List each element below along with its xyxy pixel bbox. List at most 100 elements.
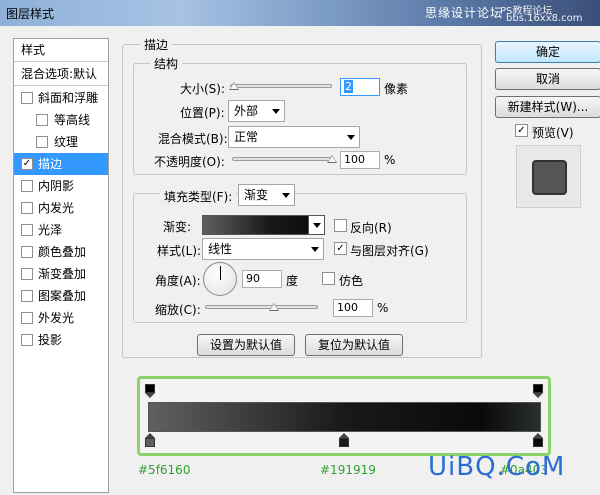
watermark-url: bbs.16xx8.com bbox=[506, 13, 583, 24]
style-item-inner-shadow[interactable]: 内阴影 bbox=[14, 175, 108, 197]
size-label: 大小(S): bbox=[180, 82, 226, 96]
chevron-down-icon bbox=[272, 109, 280, 114]
opacity-slider-thumb[interactable] bbox=[327, 155, 337, 163]
dither-checkbox[interactable] bbox=[322, 272, 335, 285]
preview-checkbox[interactable]: ✓ bbox=[515, 124, 528, 137]
style-item-stroke[interactable]: ✓ 描边 bbox=[14, 153, 108, 175]
color-stop-left-hex: #5f6160 bbox=[138, 463, 191, 477]
ok-button[interactable]: 确定 bbox=[495, 41, 600, 63]
contour-checkbox[interactable] bbox=[36, 114, 48, 126]
angle-label: 角度(A): bbox=[155, 274, 201, 288]
scale-unit: % bbox=[377, 301, 389, 315]
style-preview bbox=[516, 145, 581, 208]
style-item-label: 颜色叠加 bbox=[38, 245, 87, 259]
style-item-label: 外发光 bbox=[38, 311, 75, 325]
scale-label: 缩放(C): bbox=[155, 303, 201, 317]
scale-slider-thumb[interactable] bbox=[269, 303, 279, 311]
pattern-overlay-checkbox[interactable] bbox=[21, 290, 33, 302]
style-item-label: 渐变叠加 bbox=[38, 267, 87, 281]
inner-glow-checkbox[interactable] bbox=[21, 202, 33, 214]
gradient-bar[interactable] bbox=[148, 402, 541, 432]
color-stop-mid[interactable] bbox=[339, 433, 349, 447]
reverse-label: 反向(R) bbox=[350, 221, 392, 235]
opacity-input[interactable]: 100 bbox=[340, 151, 380, 169]
style-item-drop-shadow[interactable]: 投影 bbox=[14, 329, 108, 351]
size-slider[interactable] bbox=[230, 84, 332, 88]
align-with-layer-checkbox[interactable]: ✓ bbox=[334, 242, 347, 255]
chevron-down-icon bbox=[347, 135, 355, 140]
chevron-down-icon bbox=[313, 223, 321, 228]
structure-group-title: 结构 bbox=[150, 55, 183, 72]
color-overlay-checkbox[interactable] bbox=[21, 246, 33, 258]
dither-label: 仿色 bbox=[339, 274, 364, 288]
style-item-outer-glow[interactable]: 外发光 bbox=[14, 307, 108, 329]
title-bar: 图层样式 思缘设计论坛 PS教程论坛 bbs.16xx8.com bbox=[0, 0, 600, 26]
position-select[interactable]: 外部 bbox=[228, 100, 285, 122]
style-item-gradient-overlay[interactable]: 渐变叠加 bbox=[14, 263, 108, 285]
style-item-label: 光泽 bbox=[38, 223, 63, 237]
opacity-label: 不透明度(O): bbox=[154, 155, 225, 169]
size-slider-thumb[interactable] bbox=[229, 82, 239, 90]
gradient-dropdown-button[interactable] bbox=[308, 216, 324, 234]
blend-mode-label: 混合模式(B): bbox=[158, 132, 228, 146]
style-item-label: 内阴影 bbox=[38, 179, 75, 193]
blend-mode-value: 正常 bbox=[234, 130, 259, 144]
style-item-pattern-overlay[interactable]: 图案叠加 bbox=[14, 285, 108, 307]
chevron-down-icon bbox=[311, 247, 319, 252]
opacity-stop-left[interactable] bbox=[145, 384, 155, 398]
inner-shadow-checkbox[interactable] bbox=[21, 180, 33, 192]
blend-options-item[interactable]: 混合选项:默认 bbox=[14, 63, 108, 85]
angle-input[interactable]: 90 bbox=[242, 270, 282, 288]
chevron-down-icon bbox=[282, 193, 290, 198]
size-input[interactable]: 2 bbox=[340, 78, 380, 96]
gradient-overlay-checkbox[interactable] bbox=[21, 268, 33, 280]
stroke-checkbox[interactable]: ✓ bbox=[21, 158, 33, 170]
style-item-label: 纹理 bbox=[54, 135, 79, 149]
blend-mode-select[interactable]: 正常 bbox=[228, 126, 360, 148]
style-item-label: 投影 bbox=[38, 333, 63, 347]
style-select[interactable]: 线性 bbox=[202, 238, 324, 260]
color-stop-left[interactable] bbox=[145, 433, 155, 447]
opacity-slider[interactable] bbox=[232, 157, 334, 161]
divider bbox=[14, 61, 108, 62]
fill-type-label: 填充类型(F): bbox=[160, 188, 237, 205]
scale-slider[interactable] bbox=[205, 305, 318, 309]
bevel-checkbox[interactable] bbox=[21, 92, 33, 104]
drop-shadow-checkbox[interactable] bbox=[21, 334, 33, 346]
style-item-satin[interactable]: 光泽 bbox=[14, 219, 108, 241]
satin-checkbox[interactable] bbox=[21, 224, 33, 236]
size-value: 2 bbox=[344, 80, 353, 93]
style-item-label: 图案叠加 bbox=[38, 289, 87, 303]
divider bbox=[14, 85, 108, 86]
texture-checkbox[interactable] bbox=[36, 136, 48, 148]
position-label: 位置(P): bbox=[180, 106, 225, 120]
angle-unit: 度 bbox=[286, 274, 299, 288]
color-stop-mid-hex: #191919 bbox=[320, 463, 376, 477]
scale-input[interactable]: 100 bbox=[333, 299, 373, 317]
angle-dial[interactable] bbox=[203, 262, 237, 296]
style-item-label: 内发光 bbox=[38, 201, 75, 215]
style-item-label: 等高线 bbox=[54, 113, 91, 127]
reverse-checkbox[interactable] bbox=[334, 219, 347, 232]
preview-label: 预览(V) bbox=[532, 126, 574, 140]
fill-type-select[interactable]: 渐变 bbox=[238, 184, 295, 206]
style-list-header[interactable]: 样式 bbox=[14, 39, 108, 61]
style-item-inner-glow[interactable]: 内发光 bbox=[14, 197, 108, 219]
opacity-stop-right[interactable] bbox=[533, 384, 543, 398]
style-item-texture[interactable]: 纹理 bbox=[14, 131, 108, 153]
reset-default-button[interactable]: 复位为默认值 bbox=[305, 334, 403, 356]
style-item-contour[interactable]: 等高线 bbox=[14, 109, 108, 131]
watermark-text: 思缘设计论坛 bbox=[425, 6, 504, 20]
gradient-picker[interactable] bbox=[202, 215, 325, 235]
style-item-color-overlay[interactable]: 颜色叠加 bbox=[14, 241, 108, 263]
cancel-button[interactable]: 取消 bbox=[495, 68, 600, 90]
opacity-unit: % bbox=[384, 153, 396, 167]
gradient-label: 渐变: bbox=[163, 220, 192, 234]
set-default-button[interactable]: 设置为默认值 bbox=[197, 334, 295, 356]
color-stop-right-swatch bbox=[533, 438, 543, 447]
outer-glow-checkbox[interactable] bbox=[21, 312, 33, 324]
color-stop-right[interactable] bbox=[533, 433, 543, 447]
new-style-button[interactable]: 新建样式(W)... bbox=[495, 96, 600, 118]
style-item-bevel[interactable]: 斜面和浮雕 bbox=[14, 87, 108, 109]
align-with-layer-label: 与图层对齐(G) bbox=[350, 244, 429, 258]
